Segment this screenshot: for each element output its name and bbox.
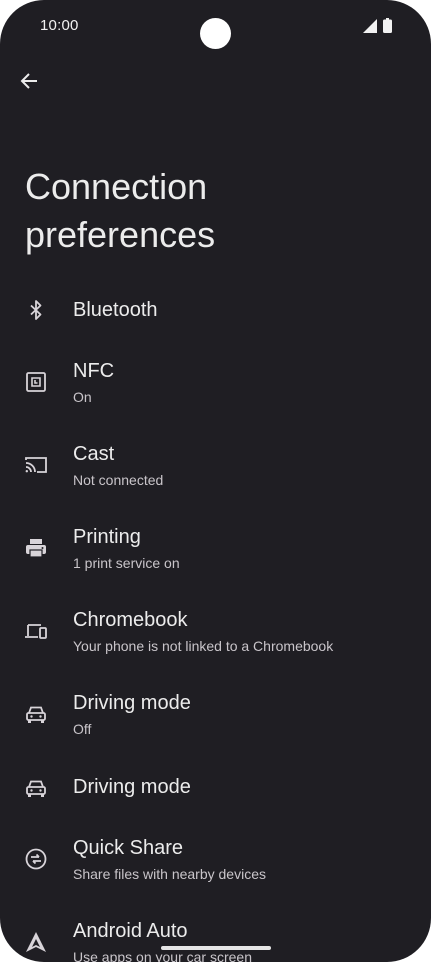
arrow-back-icon (20, 73, 37, 89)
bluetooth-icon (30, 300, 42, 320)
list-item-android-auto[interactable]: Android Auto Use apps on your car screen (0, 908, 431, 962)
nfc-icon (26, 372, 46, 392)
cast-icon (25, 457, 47, 473)
list-item-quick-share[interactable]: Quick Share Share files with nearby devi… (0, 825, 431, 895)
item-title: NFC (73, 360, 115, 382)
item-subtitle: Your phone is not linked to a Chromebook (73, 638, 334, 654)
phone-screen: 10:00 Connection preferences Bluetooth N… (0, 0, 431, 962)
quick-share-icon (25, 848, 47, 870)
item-subtitle: Use apps on your car screen (73, 949, 252, 962)
item-title: Driving mode (73, 692, 191, 714)
android-auto-icon (26, 932, 46, 952)
item-title: Bluetooth (73, 299, 158, 321)
list-item-bluetooth[interactable]: Bluetooth (0, 275, 431, 345)
item-title: Chromebook (73, 609, 188, 631)
item-title: Cast (73, 443, 115, 465)
gesture-nav-bar[interactable] (161, 946, 271, 950)
back-button[interactable] (14, 66, 44, 96)
item-subtitle: Not connected (73, 472, 164, 488)
battery-icon (383, 18, 392, 33)
item-title: Quick Share (73, 837, 184, 859)
car-icon (26, 780, 46, 797)
signal-icon (363, 19, 377, 33)
item-title: Printing (73, 526, 141, 548)
list-item-driving-mode[interactable]: Driving mode Off (0, 680, 431, 750)
item-title: Android Auto (73, 920, 188, 942)
item-title: Driving mode (73, 776, 191, 798)
list-item-nfc[interactable]: NFC On (0, 348, 431, 418)
car-icon (26, 706, 46, 723)
page-title: Connection preferences (25, 166, 216, 255)
status-time: 10:00 (40, 17, 79, 34)
item-subtitle: Share files with nearby devices (73, 866, 266, 882)
list-item-driving-mode-2[interactable]: Driving mode (0, 753, 431, 823)
printer-icon (26, 539, 46, 558)
item-subtitle: 1 print service on (73, 555, 180, 571)
item-subtitle: Off (73, 721, 92, 737)
camera-cutout (200, 18, 231, 49)
devices-icon (25, 624, 47, 639)
list-item-printing[interactable]: Printing 1 print service on (0, 514, 431, 584)
status-bar: 10:00 (0, 0, 431, 52)
list-item-chromebook[interactable]: Chromebook Your phone is not linked to a… (0, 597, 431, 667)
item-subtitle: On (73, 389, 92, 405)
list-item-cast[interactable]: Cast Not connected (0, 431, 431, 501)
